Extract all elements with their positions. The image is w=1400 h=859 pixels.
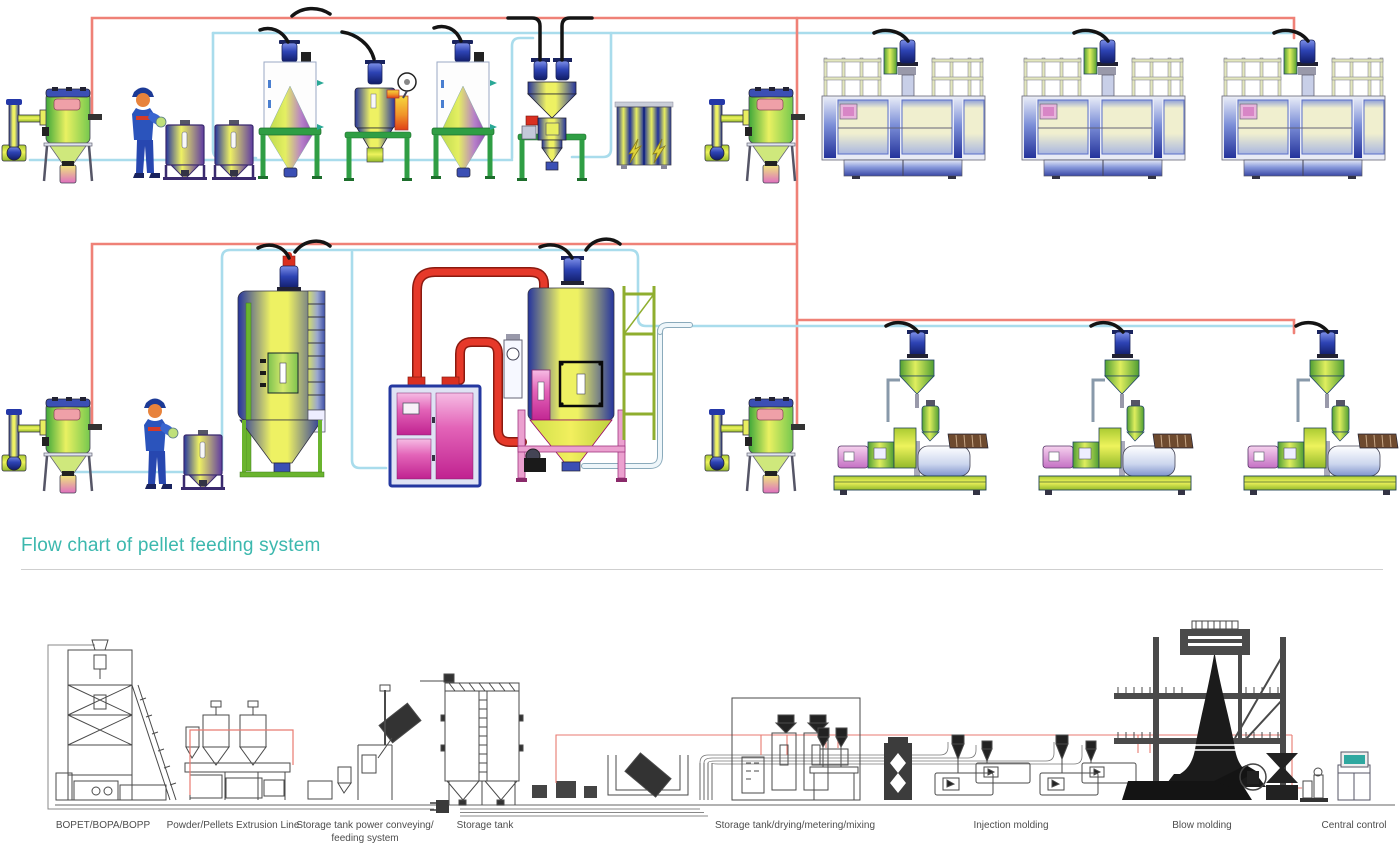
injection-molding-lineart-1 [935, 735, 1030, 795]
tote-dump-station [308, 685, 421, 800]
blow-molding-machine-1 [822, 40, 985, 179]
gravimetric-dosing-station [517, 58, 587, 181]
electric-control-panel [615, 102, 673, 169]
vacuum-loader-silo-1 [258, 40, 324, 179]
central-control-station [1300, 752, 1370, 802]
system-illustration [0, 0, 1400, 530]
bucket-elevator [884, 737, 912, 800]
storage-hopper-2 [212, 120, 256, 180]
control-monitor-screen [1344, 755, 1365, 764]
dehumidifying-dryer [390, 377, 480, 486]
conveying-blowers [532, 781, 597, 798]
blow-molding-machine-3 [1222, 40, 1385, 179]
power-plug-icon [436, 800, 449, 813]
drying-hopper-with-heater [344, 60, 416, 181]
label-central-control: Central control [1294, 820, 1400, 833]
pipe-bundle [700, 763, 712, 800]
extrusion-line [185, 701, 290, 800]
divider-rule [21, 569, 1383, 570]
crystallizing-drying-silo [238, 252, 325, 477]
section-title: Flow chart of pellet feeding system [21, 535, 321, 557]
storage-tank [420, 674, 523, 805]
label-blow-molding: Blow molding [1132, 820, 1272, 833]
operator-1 [132, 88, 166, 179]
blow-film-tower [1114, 621, 1298, 800]
injection-molding-machine-3 [1244, 330, 1398, 495]
storage-hopper-3 [181, 430, 225, 490]
label-storage-tank: Storage tank [425, 820, 545, 833]
vacuum-loader-silo-2 [431, 40, 497, 179]
operator-2 [144, 399, 178, 490]
dust-collector-unit-1 [2, 87, 102, 183]
injection-molding-machine-1 [834, 330, 988, 495]
dust-collector-unit-4 [705, 397, 805, 493]
dust-collector-unit-2 [705, 87, 805, 183]
injection-molding-machine-2 [1039, 330, 1193, 495]
bopet-film-line [56, 640, 176, 800]
label-injection-molding: Injection molding [941, 820, 1081, 833]
storage-hopper-1 [163, 120, 207, 180]
label-power-conveying: Storage tank power conveying/ feeding sy… [290, 820, 440, 845]
blow-molding-machine-2 [1022, 40, 1185, 179]
label-drying-metering: Storage tank/drying/metering/mixing [690, 820, 900, 833]
drying-hopper-large [504, 256, 654, 482]
dust-collector-unit-3 [2, 397, 102, 493]
pellet-feeding-system-page: Flow chart of pellet feeding system [0, 0, 1400, 859]
box-tilter [608, 753, 688, 797]
